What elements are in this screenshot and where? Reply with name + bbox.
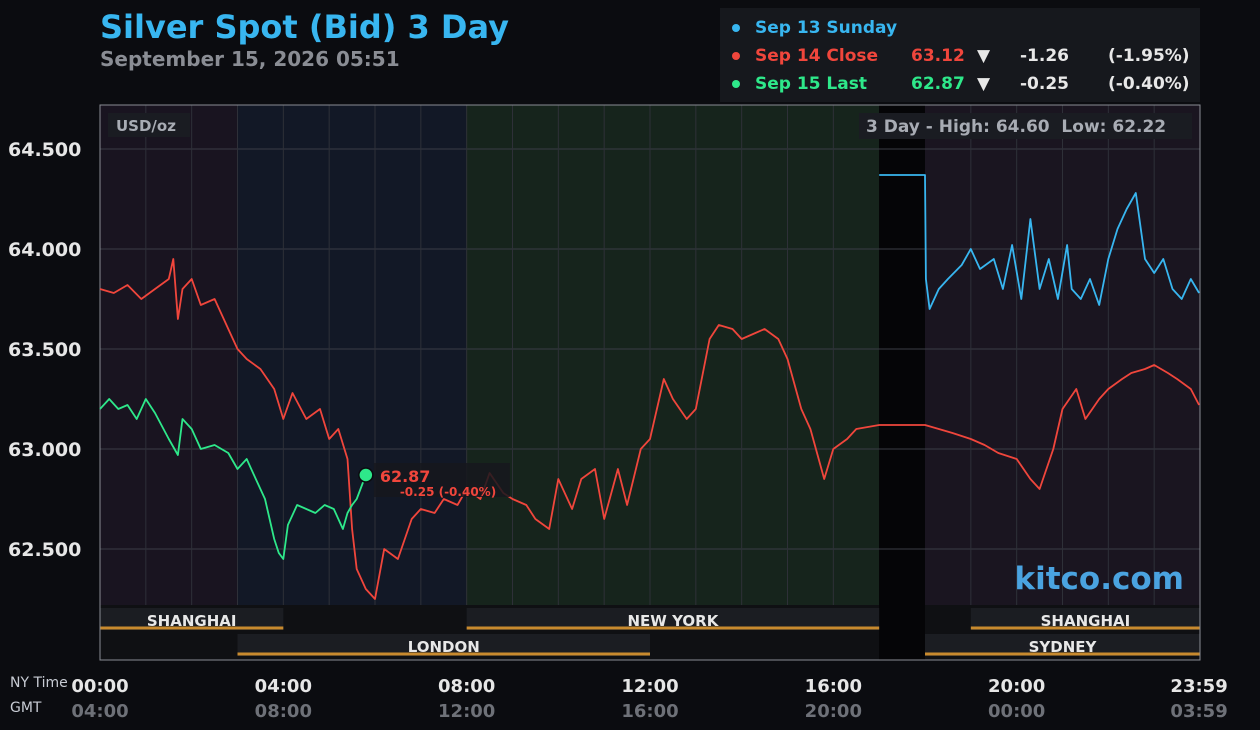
session-label: NEW YORK [628,612,720,630]
gmt-label: GMT [10,700,42,716]
x-tick-gmt-label: 08:00 [255,701,312,722]
y-tick-label: 64.500 [8,139,81,161]
x-tick-ny-label: 04:00 [255,676,312,697]
x-axis: 00:00 04:00 04:00 08:00 08:00 12:00 12:00 16:00… [71,676,1227,722]
x-tick-ny-label: 16:00 [805,676,862,697]
session-label: LONDON [408,638,480,656]
x-tick-gmt-label: 00:00 [988,701,1045,722]
watermark: kitco.com [1015,561,1185,597]
x-tick-gmt-label: 03:59 [1170,701,1227,722]
y-tick-label: 63.500 [8,339,81,361]
x-tick-gmt-label: 12:00 [438,701,495,722]
bg-closed [879,105,925,660]
x-tick-ny-label: 23:59 [1170,676,1227,697]
marker-dot-icon [358,467,374,483]
unit-label: USD/oz [116,117,176,135]
marker-price: 62.87 [380,467,431,486]
y-tick-label: 62.500 [8,539,81,561]
y-tick-label: 63.000 [8,439,81,461]
marker-change: -0.25 (-0.40%) [400,485,496,499]
bg-asia-early [100,105,237,605]
x-tick-gmt-label: 20:00 [805,701,862,722]
x-tick-gmt-label: 04:00 [71,701,128,722]
x-tick-ny-label: 08:00 [438,676,495,697]
chart-svg: SHANGHAI NEW YORK SHANGHAI LONDON SYDNEY 64.… [8,104,1228,722]
y-tick-label: 64.000 [8,239,81,261]
session-label: SYDNEY [1029,638,1098,656]
high-low-label: 3 Day - High: 64.60 Low: 62.22 [866,117,1166,137]
session-label: SHANGHAI [1041,612,1131,630]
x-tick-ny-label: 12:00 [621,676,678,697]
session-label: SHANGHAI [147,612,237,630]
last-price-marker: 62.87-0.25 (-0.40%) [358,463,510,499]
x-tick-ny-label: 00:00 [71,676,128,697]
ny-time-label: NY Time [10,675,68,691]
bg-newyork [466,105,879,605]
x-tick-gmt-label: 16:00 [621,701,678,722]
y-axis: 64.500 64.000 63.500 63.000 62.500 [8,139,81,561]
x-tick-ny-label: 20:00 [988,676,1045,697]
